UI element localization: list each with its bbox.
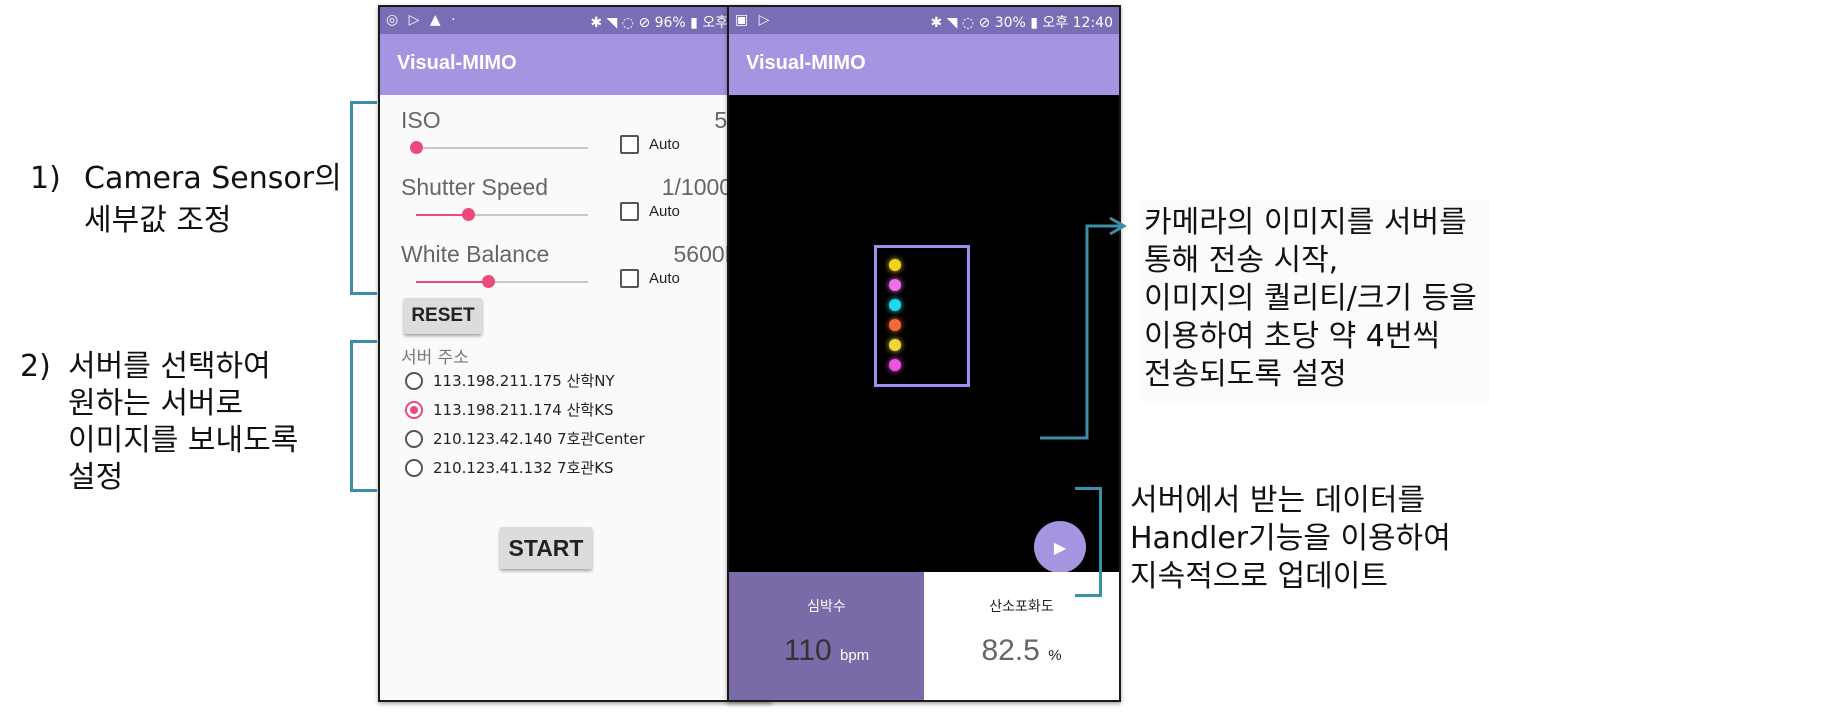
led-light (889, 299, 901, 311)
radio-button[interactable] (405, 458, 423, 477)
slider-thumb[interactable] (410, 141, 423, 154)
server-option-label: 210.123.41.132 7호관KS (433, 459, 614, 477)
bracket-data-update (1075, 487, 1102, 597)
annotation-number: 2) (20, 349, 51, 384)
annotation-camera-sensor: 1) Camera Sensor의 세부값 조정 (30, 158, 342, 242)
status-bar: ◎ ▷ ▲ · ✱ ◥ ◌ ⊘ 96% ▮ 오후 5:03 (380, 7, 770, 34)
slider-thumb[interactable] (461, 208, 475, 221)
annotation-data-update: 서버에서 받는 데이터를 Handler기능을 이용하여 지속적으로 업데이트 (1130, 482, 1451, 596)
checkbox-label: Auto (649, 136, 680, 153)
bracket-camera-settings (350, 101, 377, 295)
iso-label: ISO (401, 107, 441, 133)
status-icons-right: ✱ ◥ ◌ ⊘ 30% ▮ 오후 12:40 (930, 15, 1113, 31)
slider-fill (416, 281, 489, 283)
checkbox-box[interactable] (620, 202, 639, 221)
annotation-server-select: 2) 서버를 선택하여 원하는 서버로 이미지를 보내도록 설정 (20, 348, 298, 496)
annotation-line: 설정 (68, 460, 124, 495)
radio-button[interactable] (405, 371, 423, 390)
annotation-line: 전송되도록 설정 (1144, 357, 1347, 392)
server-option[interactable]: 210.123.41.132 7호관KS (405, 457, 614, 478)
annotation-line: 서버를 선택하여 (68, 349, 271, 384)
annotation-line: 세부값 조정 (84, 203, 232, 238)
server-option-label: 113.198.211.175 산학NY (433, 372, 615, 390)
annotation-line: 이미지의 퀄리티/크기 등을 (1144, 281, 1477, 316)
heart-rate-value: 110 (783, 634, 832, 667)
annotation-line: 이미지를 보내도록 (68, 423, 299, 458)
server-option-label: 113.198.211.174 산학KS (433, 401, 614, 419)
annotation-line: 카메라의 이미지를 서버를 (1144, 205, 1467, 240)
server-option-label: 210.123.42.140 7호관Center (433, 430, 645, 448)
reset-button[interactable]: RESET (404, 298, 482, 334)
spo2-label: 산소포화도 (989, 599, 1054, 615)
white-balance-auto-checkbox[interactable]: Auto (620, 269, 680, 288)
checkbox-box[interactable] (620, 269, 639, 288)
annotation-line: 이용하여 초당 약 4번씩 (1144, 319, 1441, 354)
heart-rate-unit: bpm (839, 647, 870, 664)
spo2-value: 82.5 (981, 634, 1040, 667)
led-light (889, 359, 901, 371)
annotation-streaming: 카메라의 이미지를 서버를 통해 전송 시작, 이미지의 퀄리티/크기 등을 이… (1140, 200, 1489, 402)
server-address-header: 서버 주소 (401, 348, 469, 368)
annotation-line: Camera Sensor의 (84, 161, 342, 196)
led-light (889, 319, 901, 331)
slider-thumb[interactable] (482, 275, 496, 288)
status-bar: ▣ ▷ ✱ ◥ ◌ ⊘ 30% ▮ 오후 12:40 (729, 7, 1119, 34)
radio-button[interactable] (405, 400, 423, 419)
shutter-speed-label: Shutter Speed (401, 174, 549, 200)
checkbox-box[interactable] (620, 135, 639, 154)
server-option[interactable]: 210.123.42.140 7호관Center (405, 428, 645, 449)
checkbox-label: Auto (649, 270, 680, 287)
server-option[interactable]: 113.198.211.175 산학NY (405, 370, 615, 391)
checkbox-label: Auto (649, 203, 680, 220)
shutter-auto-checkbox[interactable]: Auto (620, 202, 680, 221)
iso-slider[interactable] (410, 141, 588, 154)
led-light (889, 259, 901, 271)
white-balance-slider[interactable] (416, 275, 588, 288)
iso-auto-checkbox[interactable]: Auto (620, 135, 680, 154)
heart-rate-panel: 심박수 110 bpm (729, 572, 924, 700)
bracket-server-select (350, 340, 377, 492)
play-icon: ▶ (1053, 537, 1067, 557)
radio-button[interactable] (405, 429, 423, 448)
annotation-line: 지속적으로 업데이트 (1130, 559, 1388, 594)
led-light (889, 279, 901, 291)
status-icons-left: ◎ ▷ ▲ · (386, 12, 459, 28)
annotation-line: Handler기능을 이용하여 (1130, 521, 1451, 556)
annotation-line: 통해 전송 시작, (1144, 243, 1339, 278)
phone-settings-screen: ◎ ▷ ▲ · ✱ ◥ ◌ ⊘ 96% ▮ 오후 5:03 Visual-MIM… (378, 5, 772, 702)
spo2-readout: 82.5 % (924, 634, 1119, 668)
led-light (889, 339, 901, 351)
heart-rate-readout: 110 bpm (729, 634, 924, 668)
spo2-unit: % (1048, 647, 1062, 664)
app-title: Visual-MIMO (380, 34, 770, 95)
app-title: Visual-MIMO (729, 34, 1119, 95)
play-button-arrow (1040, 216, 1128, 440)
heart-rate-label: 심박수 (807, 599, 846, 615)
white-balance-label: White Balance (401, 241, 550, 267)
slider-fill (416, 214, 468, 216)
status-icons-left: ▣ ▷ (735, 12, 773, 28)
annotation-line: 원하는 서버로 (68, 386, 244, 421)
server-option[interactable]: 113.198.211.174 산학KS (405, 399, 614, 420)
annotation-number: 1) (30, 161, 61, 196)
annotation-line: 서버에서 받는 데이터를 (1130, 483, 1426, 518)
shutter-speed-slider[interactable] (416, 208, 588, 221)
start-button[interactable]: START (500, 527, 592, 569)
